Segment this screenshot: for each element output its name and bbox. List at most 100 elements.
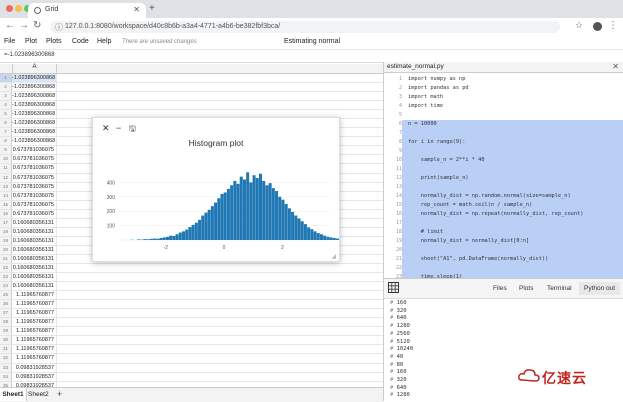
row-number[interactable]: 7 [0, 128, 12, 136]
grid-cell[interactable]: 0.160680356131 [12, 246, 57, 254]
tab-python-out[interactable]: Python out [579, 282, 620, 295]
grid-cell[interactable]: 0.673781036075 [12, 192, 57, 200]
row-number[interactable]: 19 [0, 237, 12, 245]
grid-cell[interactable]: -1.023896300868 [12, 137, 57, 145]
grid-cell[interactable]: 1.11965760877 [12, 345, 57, 353]
formula-bar[interactable]: =-1.023896300868 [0, 50, 383, 63]
close-window-icon[interactable] [6, 5, 13, 12]
grid-cell[interactable]: -1.023896300868 [12, 74, 57, 82]
row-number[interactable]: 23 [0, 273, 12, 281]
row-number[interactable]: 28 [0, 318, 12, 326]
row-number[interactable]: 21 [0, 255, 12, 263]
row-number[interactable]: 17 [0, 219, 12, 227]
menu-file[interactable]: File [4, 38, 15, 45]
close-tab-icon[interactable]: ✕ [133, 5, 140, 14]
grid-cell[interactable]: 0.160680356131 [12, 255, 57, 263]
row-number[interactable]: 2 [0, 83, 12, 91]
sheet-tab-sheet2[interactable]: Sheet2 [28, 391, 49, 398]
row-number[interactable]: 34 [0, 373, 12, 381]
grid-cell[interactable]: 0.673781036075 [12, 183, 57, 191]
row-number[interactable]: 9 [0, 146, 12, 154]
row-number[interactable]: 3 [0, 92, 12, 100]
row-number[interactable]: 14 [0, 192, 12, 200]
grid-cell[interactable]: -1.023896300868 [12, 92, 57, 100]
grid-cell[interactable]: 0.09831928537 [12, 364, 57, 372]
url-field[interactable]: ⓘ 127.0.0.1:8080/workspace/d40c8b6b-a3a4… [50, 21, 560, 33]
grid-cell[interactable]: 0.160680356131 [12, 237, 57, 245]
grid-cell[interactable]: 0.160680356131 [12, 219, 57, 227]
row-number[interactable]: 18 [0, 228, 12, 236]
row-number[interactable]: 25 [0, 291, 12, 299]
grid-cell[interactable]: 0.673781036075 [12, 210, 57, 218]
close-editor-icon[interactable]: ✕ [612, 62, 619, 71]
row-number[interactable]: 15 [0, 201, 12, 209]
grid-cell[interactable]: 0.673781036075 [12, 146, 57, 154]
new-tab-icon[interactable]: + [149, 3, 155, 14]
grid-cell[interactable]: -1.023896300868 [12, 119, 57, 127]
grid-cell[interactable]: -1.023896300868 [12, 101, 57, 109]
row-number[interactable]: 6 [0, 119, 12, 127]
panel-tabs: Files Plots Terminal Python out [384, 279, 623, 299]
row-number[interactable]: 33 [0, 364, 12, 372]
row-number[interactable]: 16 [0, 210, 12, 218]
grid-cell[interactable]: 1.11965760877 [12, 354, 57, 362]
grid-cell[interactable]: -1.023896300868 [12, 128, 57, 136]
reload-icon[interactable]: ↻ [33, 20, 41, 31]
menu-code[interactable]: Code [72, 38, 89, 45]
grid-cell[interactable]: -1.023896300868 [12, 83, 57, 91]
grid-cell[interactable]: 1.11965760877 [12, 318, 57, 326]
grid-cell[interactable]: 0.673781036075 [12, 155, 57, 163]
add-sheet-icon[interactable]: + [57, 389, 62, 399]
grid-cell[interactable]: 0.160680356131 [12, 282, 57, 290]
row-number[interactable]: 11 [0, 164, 12, 172]
column-header-a[interactable]: A [12, 64, 57, 73]
more-menu-icon[interactable]: ⋮ [608, 20, 618, 31]
row-number[interactable]: 4 [0, 101, 12, 109]
grid-cell[interactable]: 1.11965760877 [12, 300, 57, 308]
avatar[interactable] [593, 22, 602, 31]
row-number[interactable]: 26 [0, 300, 12, 308]
back-icon[interactable]: ← [5, 20, 15, 31]
row-number[interactable]: 12 [0, 174, 12, 182]
row-number[interactable]: 13 [0, 183, 12, 191]
row-number[interactable]: 1 [0, 74, 12, 82]
row-number[interactable]: 8 [0, 137, 12, 145]
grid-cell[interactable]: 1.11965760877 [12, 291, 57, 299]
row-number[interactable]: 27 [0, 309, 12, 317]
grid-cell[interactable]: 0.673781036075 [12, 201, 57, 209]
row-number[interactable]: 31 [0, 345, 12, 353]
browser-tab[interactable]: Grid ✕ [28, 3, 146, 18]
grid-cell[interactable]: 1.11965760877 [12, 336, 57, 344]
forward-icon[interactable]: → [19, 20, 29, 31]
row-number[interactable]: 32 [0, 354, 12, 362]
row-number[interactable]: 30 [0, 336, 12, 344]
menu-plots[interactable]: Plots [46, 38, 62, 45]
grid-cell[interactable]: 0.673781036075 [12, 174, 57, 182]
row-number[interactable]: 24 [0, 282, 12, 290]
row-number[interactable]: 5 [0, 110, 12, 118]
bookmark-star-icon[interactable]: ☆ [575, 20, 583, 31]
editor-tab[interactable]: estimate_normal.py ✕ [384, 62, 623, 73]
grid-cell[interactable]: 0.160680356131 [12, 264, 57, 272]
grid-cell[interactable]: -1.023896300868 [12, 110, 57, 118]
grid-cell[interactable]: 0.673781036075 [12, 164, 57, 172]
tab-files[interactable]: Files [493, 285, 507, 292]
grid-cell[interactable]: 0.09831928537 [12, 373, 57, 381]
row-number[interactable]: 29 [0, 327, 12, 335]
tab-terminal[interactable]: Terminal [547, 285, 572, 292]
row-number[interactable]: 10 [0, 155, 12, 163]
grid-cell[interactable]: 0.160680356131 [12, 228, 57, 236]
code-editor[interactable]: 1import numpy as np2import pandas as pd3… [384, 73, 623, 278]
grid-cell[interactable]: 1.11965760877 [12, 309, 57, 317]
row-number[interactable]: 20 [0, 246, 12, 254]
resize-handle-icon[interactable]: ◢ [331, 253, 336, 260]
grid-cell[interactable]: 1.11965760877 [12, 327, 57, 335]
menu-plot[interactable]: Plot [25, 38, 37, 45]
sheet-tab-sheet1[interactable]: Sheet1 [0, 388, 27, 401]
tab-plots[interactable]: Plots [519, 285, 533, 292]
menu-help[interactable]: Help [97, 38, 111, 45]
grid-icon[interactable] [388, 282, 399, 293]
minimize-window-icon[interactable] [15, 5, 22, 12]
row-number[interactable]: 22 [0, 264, 12, 272]
grid-cell[interactable]: 0.160680356131 [12, 273, 57, 281]
